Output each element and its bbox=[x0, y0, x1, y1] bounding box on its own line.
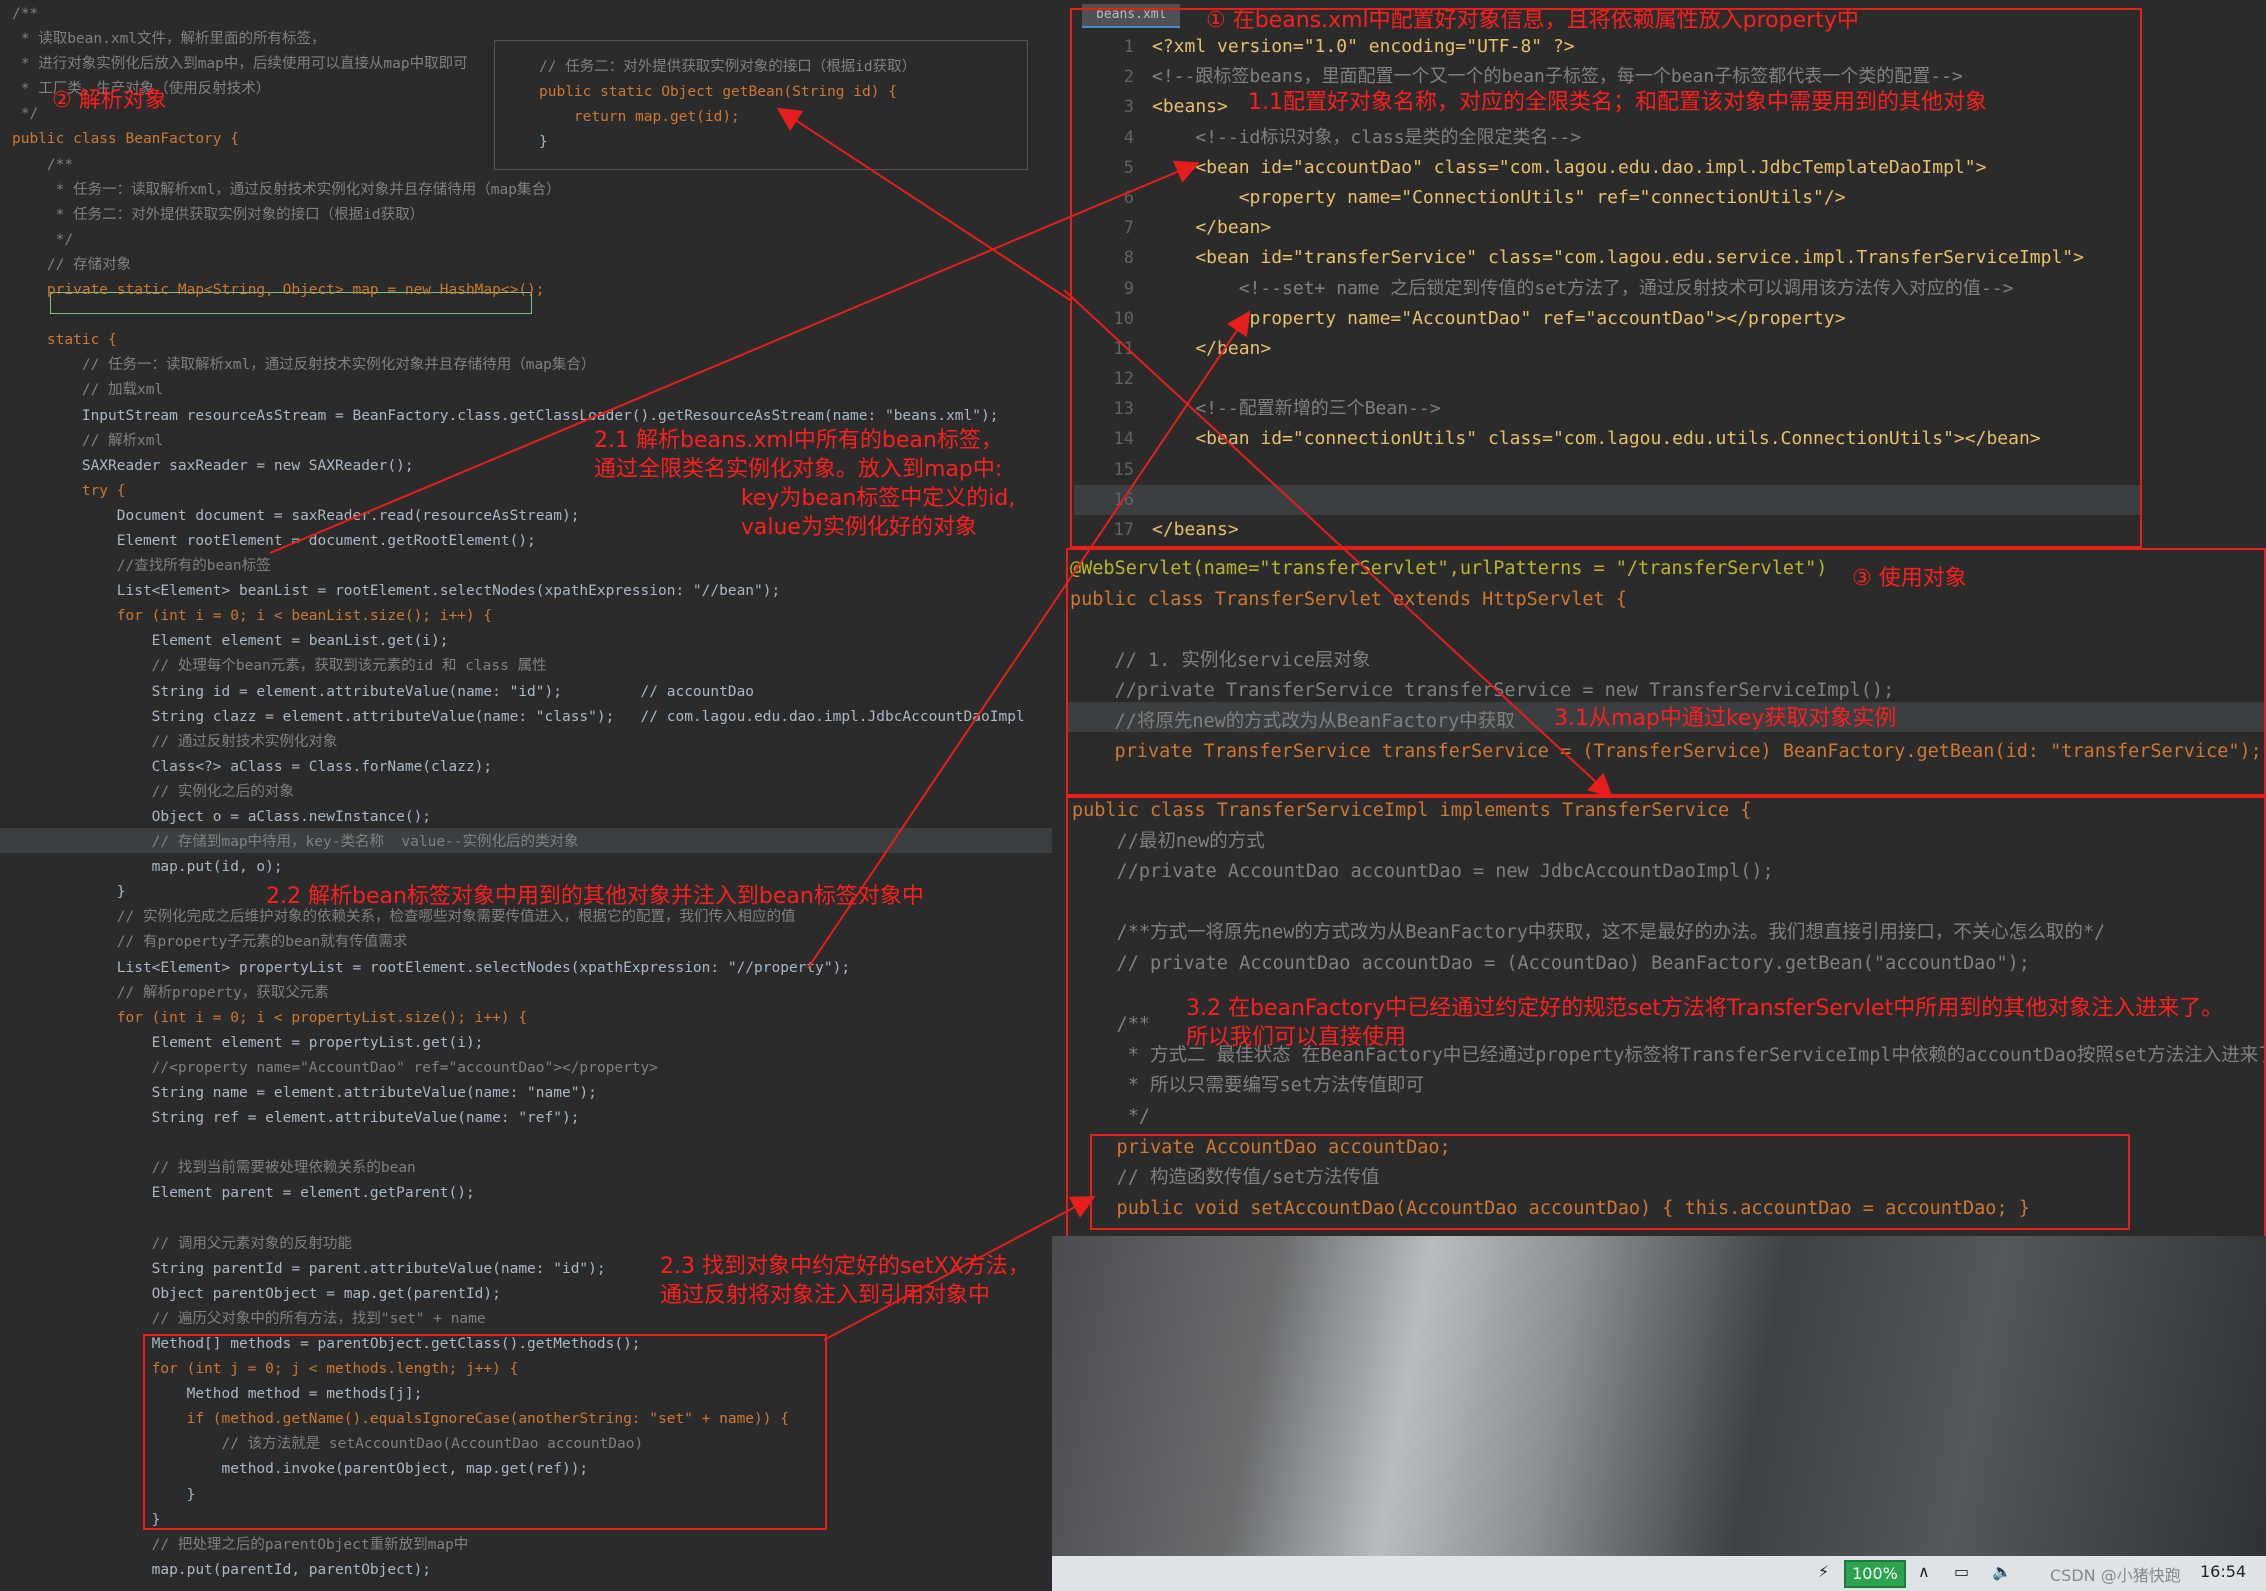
arrow-servlet-to-getbean bbox=[1063, 289, 1613, 798]
annotation-arrows bbox=[269, 107, 1613, 1341]
arrow-2-3-to-setter bbox=[823, 1196, 1096, 1341]
arrow-2-1-to-bean bbox=[269, 160, 1200, 554]
arrow-getbean-to-map bbox=[776, 107, 1071, 301]
arrow-2-2-to-property bbox=[807, 310, 1251, 969]
